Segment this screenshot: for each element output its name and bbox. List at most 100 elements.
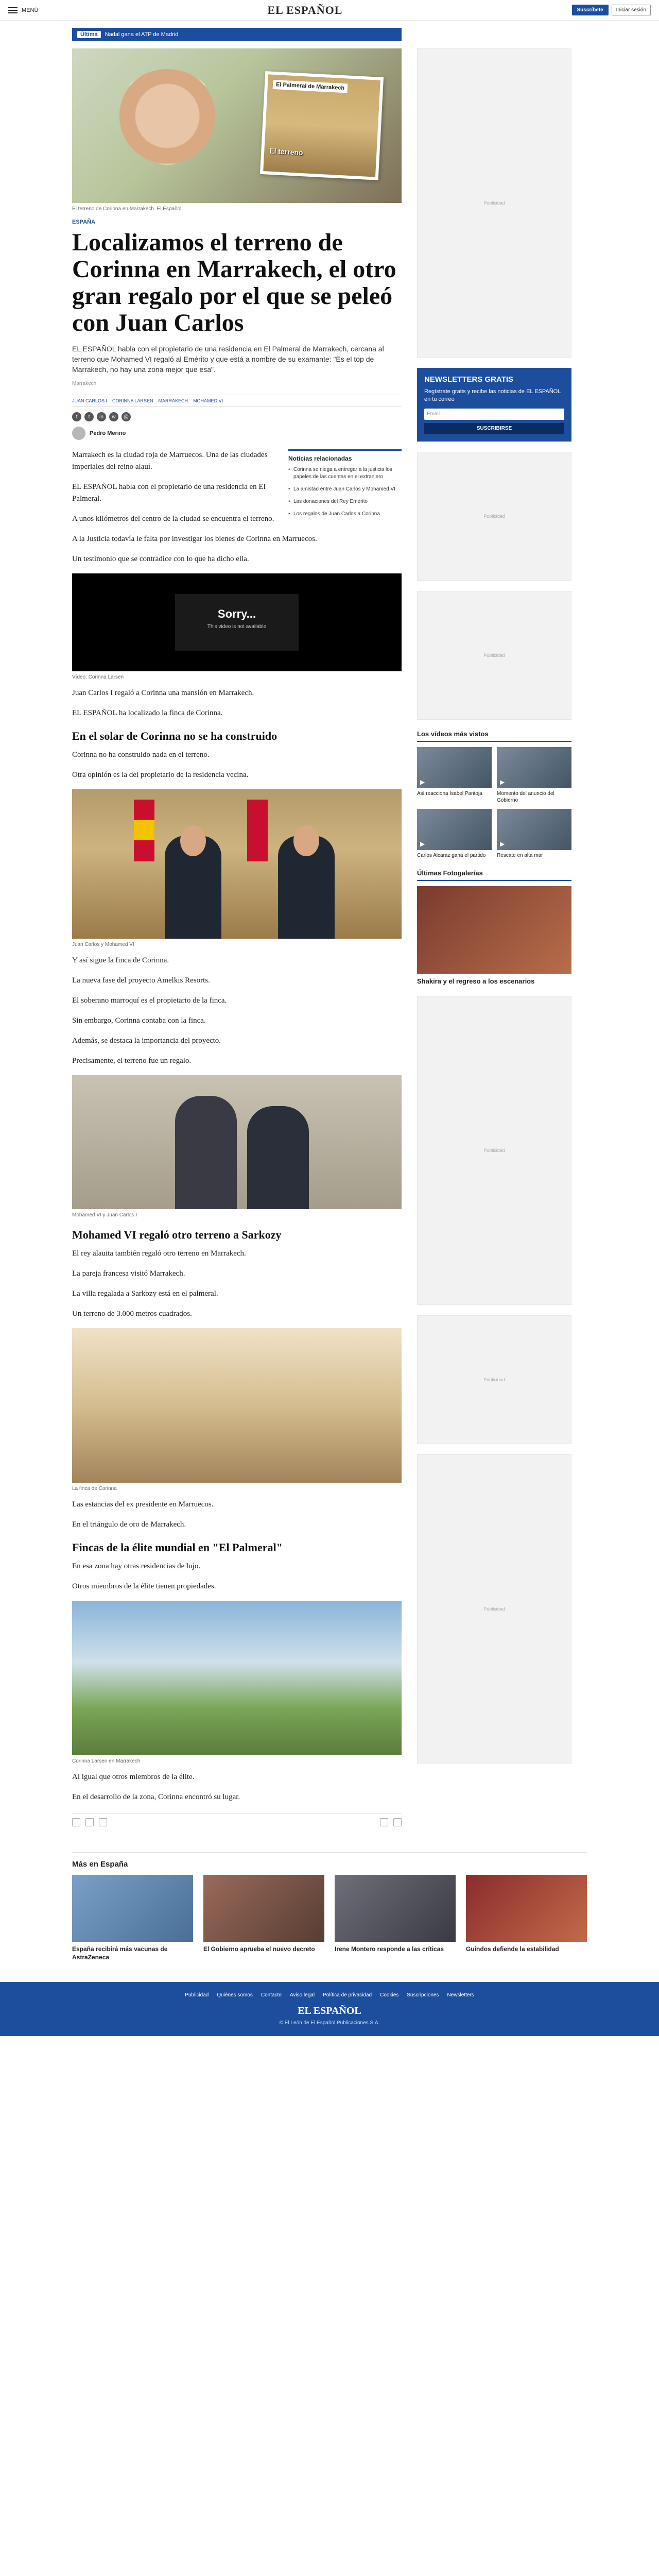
paragraph: El rey alauita también regaló otro terre… [72,1249,246,1258]
paragraph: Además, se destaca la importancia del pr… [72,1037,221,1045]
videos-grid: Así reacciona Isabel Pantoja Momento del… [417,747,571,859]
videos-heading: Los vídeos más vistos [417,730,571,742]
topic-tag[interactable]: Corinna Larsen [112,398,153,403]
more-thumb [466,1875,587,1942]
login-button[interactable]: Iniciar sesión [611,5,651,15]
linkedin-icon[interactable]: in [97,412,106,421]
facebook-icon[interactable]: f [72,412,81,421]
more-headline: España recibirá más vacunas de AstraZene… [72,1945,168,1961]
video-error-sub: This video is not available [207,624,267,630]
whatsapp-icon[interactable]: w [109,412,118,421]
ticker-tag: Última [77,31,101,38]
paragraph: La pareja francesa visitó Marrakech. [72,1269,185,1278]
related-news: Noticias relacionadas Corinna se niega a… [288,449,402,533]
person-figure [175,1096,237,1209]
video-card[interactable]: Así reacciona Isabel Pantoja [417,747,492,804]
inset-label: El Palmeral de Marrakech [272,79,348,93]
footer-link[interactable]: Cookies [380,1992,398,1998]
more-card[interactable]: España recibirá más vacunas de AstraZene… [72,1875,193,1961]
topic-tag[interactable]: Marrakech [159,398,188,403]
paragraph: Al igual que otros miembros de la élite. [72,1773,195,1781]
section-heading: Mohamed VI regaló otro terreno a Sarkozy [72,1228,282,1241]
ad-slot[interactable]: Publicidad [417,452,571,581]
bookmark-icon[interactable] [393,1818,402,1826]
more-card[interactable]: El Gobierno aprueba el nuevo decreto [203,1875,324,1961]
email-field[interactable]: Email [424,409,564,420]
paragraph: Otra opinión es la del propietario de la… [72,771,249,779]
mail-icon[interactable] [99,1818,107,1826]
more-thumb [72,1875,193,1942]
facebook-icon[interactable] [72,1818,80,1826]
paragraph: En esa zona hay otras residencias de luj… [72,1562,201,1570]
ad-slot[interactable]: Publicidad [417,996,571,1305]
video-thumb [497,809,571,850]
inset-sub: El terreno [269,146,303,157]
video-card[interactable]: Carlos Alcaraz gana el partido [417,809,492,859]
article-main: El Palmeral de Marrakech El terreno El t… [72,48,402,1837]
video-title: Rescate en alta mar [497,853,543,858]
author-name[interactable]: Pedro Merino [90,430,126,436]
comments-icon[interactable] [380,1818,388,1826]
photo-caption: Mohamed VI y Juan Carlos I [72,1212,137,1218]
paragraph: A la Justicia todavía le falta por inves… [72,535,317,543]
footer-link[interactable]: Suscripciones [407,1992,439,1998]
related-item[interactable]: Corinna se niega a entregar a la justici… [288,466,402,481]
topic-tag[interactable]: Juan Carlos I [72,398,107,403]
related-item[interactable]: Las donaciones del Rey Emérito [288,498,402,505]
article-photo [72,1075,402,1209]
footer-link[interactable]: Publicidad [185,1992,209,1998]
ad-slot[interactable]: Publicidad [417,1454,571,1764]
related-item[interactable]: La amistad entre Juan Carlos y Mohamed V… [288,486,402,493]
site-logo[interactable]: EL ESPAÑOL [267,4,342,17]
breaking-ticker[interactable]: Última Nadal gana el ATP de Madrid [72,28,402,41]
video-caption: Vídeo: Corinna Larsen [72,674,124,680]
footer-link[interactable]: Contacto [261,1992,282,1998]
more-headline: El Gobierno aprueba el nuevo decreto [203,1945,315,1953]
sidebar: Publicidad NEWSLETTERS GRATIS Regístrate… [417,48,582,1837]
person-head [293,825,319,856]
video-error-title: Sorry... [217,607,256,620]
photo-caption: Juan Carlos y Mohamed VI [72,942,134,947]
ad-slot[interactable]: Publicidad [417,1315,571,1444]
video-player[interactable]: Sorry... This video is not available [72,573,402,671]
topic-tag[interactable]: Mohamed VI [193,398,223,403]
twitter-icon[interactable]: t [84,412,94,421]
more-card[interactable]: Irene Montero responde a las críticas [335,1875,456,1961]
related-item[interactable]: Los regalos de Juan Carlos a Corinna [288,511,402,518]
more-thumb [203,1875,324,1942]
gallery-thumb [417,886,571,974]
more-card[interactable]: Guindos defiende la estabilidad [466,1875,587,1961]
footer-logo[interactable]: EL ESPAÑOL [0,2005,659,2017]
menu-label[interactable]: MENÚ [22,7,38,13]
more-section: Más en España España recibirá más vacuna… [72,1852,587,1961]
subscribe-newsletter-button[interactable]: SUSCRIBIRSE [424,423,564,434]
section-heading: Fincas de la élite mundial en "El Palmer… [72,1541,283,1554]
footer-link[interactable]: Política de privacidad [323,1992,372,1998]
hero-caption: El terreno de Corinna en Marrakech. El E… [72,206,182,212]
twitter-icon[interactable] [85,1818,94,1826]
menu-icon[interactable] [8,7,18,13]
video-card[interactable]: Rescate en alta mar [497,809,571,859]
promo-title: NEWSLETTERS GRATIS [424,375,514,384]
ad-slot[interactable]: Publicidad [417,591,571,720]
paragraph: La nueva fase del proyecto Amelkis Resor… [72,976,210,985]
footer-link[interactable]: Aviso legal [290,1992,315,1998]
gallery-card[interactable]: Shakira y el regreso a los escenarios [417,886,571,986]
mail-icon[interactable]: @ [122,412,131,421]
more-thumb [335,1875,456,1942]
topic-tags: Juan Carlos I Corinna Larsen Marrakech M… [72,395,402,407]
gallery-title: Shakira y el regreso a los escenarios [417,977,535,985]
more-headline: Guindos defiende la estabilidad [466,1945,559,1953]
subscribe-button[interactable]: Suscríbete [571,5,609,15]
flag-morocco [247,800,268,861]
paragraph: EL ESPAÑOL habla con el propietario de u… [72,483,266,503]
footer-link[interactable]: Newsletters [447,1992,474,1998]
related-title: Noticias relacionadas [288,455,352,462]
paragraph: Sin embargo, Corinna contaba con la finc… [72,1016,206,1025]
ad-slot[interactable]: Publicidad [417,48,571,358]
ticker-text[interactable]: Nadal gana el ATP de Madrid [105,31,179,38]
video-card[interactable]: Momento del anuncio del Gobierno [497,747,571,804]
footer-link[interactable]: Quiénes somos [217,1992,252,1998]
video-error: Sorry... This video is not available [175,594,299,651]
article-kicker[interactable]: España [72,219,402,225]
